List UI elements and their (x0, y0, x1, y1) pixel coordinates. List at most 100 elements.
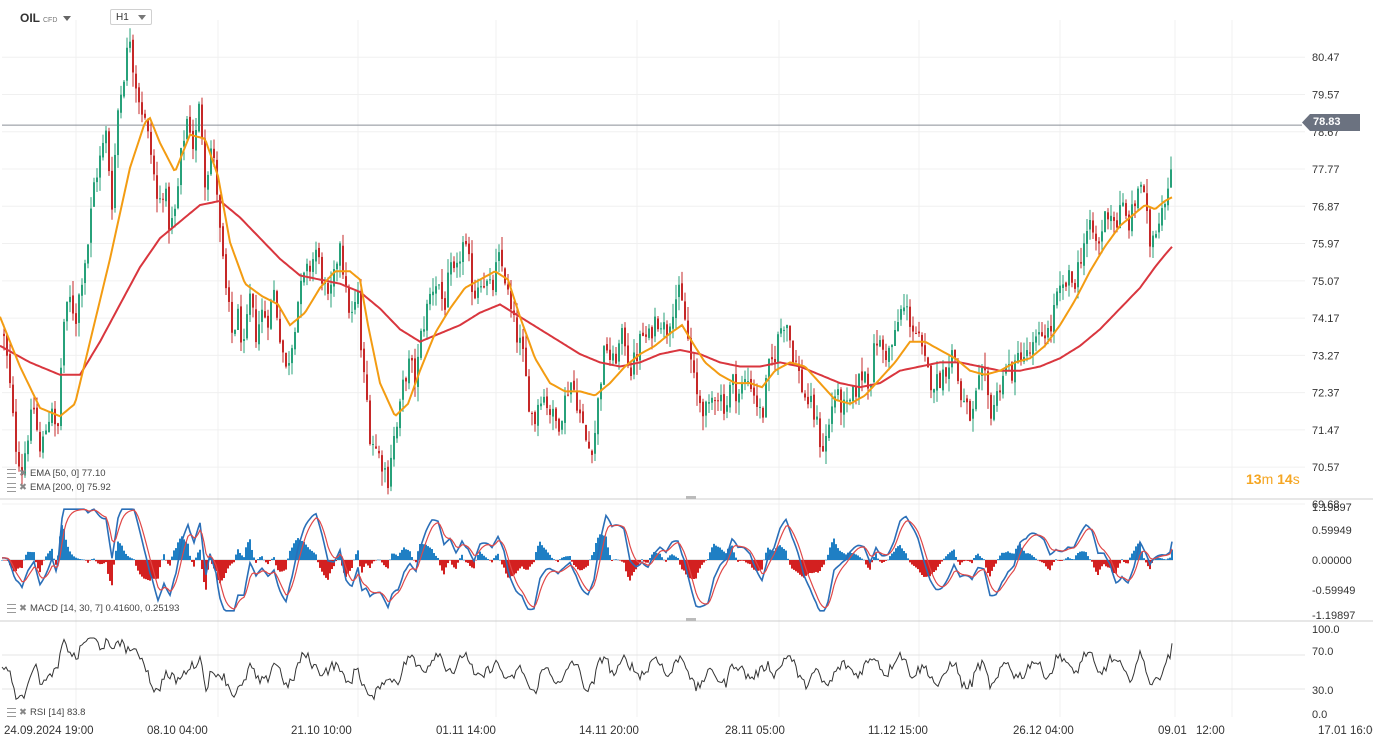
macd-histogram-bar (87, 560, 89, 563)
candle-down (57, 422, 59, 435)
macd-histogram-bar (909, 560, 911, 563)
candle-body (306, 263, 308, 272)
macd-histogram-bar (413, 560, 415, 561)
candle-body (72, 295, 74, 314)
macd-histogram-bar (3, 560, 5, 561)
macd-value: 0.41600, (105, 603, 143, 614)
macd-histogram-bar (455, 560, 457, 569)
candle-body (537, 404, 539, 426)
candle-up (60, 358, 62, 431)
candle-body (246, 314, 248, 339)
candle-up (294, 327, 296, 355)
macd-histogram-bar (167, 560, 169, 564)
candle-up (1137, 186, 1139, 210)
candle-body (198, 103, 200, 132)
macd-histogram-bar (1069, 558, 1071, 560)
close-icon[interactable]: ✖ (19, 603, 27, 614)
candle-body (9, 354, 11, 384)
candle-down (645, 326, 647, 343)
close-icon[interactable]: ✖ (19, 707, 27, 718)
candle-body (906, 306, 908, 308)
settings-icon[interactable] (7, 707, 16, 717)
candle-body (18, 451, 20, 467)
macd-histogram-bar (161, 559, 163, 561)
macd-histogram-bar (701, 560, 703, 565)
candle-down (375, 434, 377, 449)
macd-label: MACD [14, 30, 7] (29, 603, 103, 614)
candle-up (1119, 190, 1121, 229)
candle-body (399, 401, 401, 429)
candle-body (909, 306, 911, 327)
candle-body (492, 279, 494, 291)
candle-body (522, 336, 524, 349)
candle-down (591, 449, 593, 464)
candle-down (369, 394, 371, 446)
candle-down (582, 403, 584, 424)
candle-body (303, 272, 305, 283)
candle-body (711, 397, 713, 403)
candle-down (231, 291, 233, 344)
timeframe-dropdown[interactable]: H1 (110, 9, 152, 25)
candle-body (12, 384, 14, 414)
macd-histogram-bar (965, 560, 967, 561)
macd-histogram-bar (823, 560, 825, 565)
macd-histogram-bar (1033, 556, 1035, 560)
macd-histogram-bar (201, 560, 203, 570)
close-icon[interactable]: ✖ (19, 482, 27, 493)
macd-histogram-bar (629, 560, 631, 581)
settings-icon[interactable] (7, 468, 16, 478)
symbol-selector[interactable]: OIL CFD (20, 11, 72, 25)
macd-histogram-bar (287, 558, 289, 560)
candle-down (753, 379, 755, 404)
macd-histogram-bar (979, 556, 981, 560)
candle-body (849, 399, 851, 402)
macd-histogram-bar (237, 549, 239, 560)
candle-up (438, 284, 440, 290)
candle-up (30, 398, 32, 444)
candle-down (651, 325, 653, 350)
legend-ema50[interactable]: ✖ EMA [50, 0] 77.10 (7, 468, 106, 479)
legend-macd[interactable]: ✖ MACD [14, 30, 7] 0.41600, 0.25193 (7, 603, 179, 614)
macd-histogram-bar (529, 560, 531, 567)
candle-body (837, 389, 839, 395)
macd-histogram-bar (987, 560, 989, 574)
candle-up (51, 402, 53, 427)
candle-up (396, 422, 398, 443)
macd-histogram-bar (1143, 558, 1145, 560)
candle-body (1038, 332, 1040, 335)
macd-histogram-bar (165, 560, 167, 561)
candle-down (939, 370, 941, 389)
candle-body (936, 374, 938, 391)
rsi-axis: 100.0 70.0 30.0 0.0 (1312, 624, 1340, 721)
pane-resize-handle[interactable] (686, 496, 696, 499)
legend-ema200[interactable]: ✖ EMA [200, 0] 75.92 (7, 482, 111, 493)
candle-body (1086, 230, 1088, 244)
legend-rsi[interactable]: ✖ RSI [14] 83.8 (7, 707, 85, 718)
candle-body (1071, 271, 1073, 283)
settings-icon[interactable] (7, 482, 16, 492)
macd-histogram-bar (259, 557, 261, 560)
candle-up (384, 462, 386, 483)
pane-resize-handle[interactable] (686, 618, 696, 621)
candle-body (915, 333, 917, 335)
macd-histogram-bar (39, 560, 41, 573)
macd-histogram-bar (945, 556, 947, 560)
macd-histogram-bar (135, 560, 137, 566)
candle-up (810, 382, 812, 409)
chart-canvas[interactable]: 80.4779.5778.6777.7776.8775.9775.0774.17… (0, 0, 1373, 746)
candle-down (189, 105, 191, 137)
candle-body (249, 293, 251, 315)
close-icon[interactable]: ✖ (19, 468, 27, 479)
macd-histogram-bar (873, 557, 875, 560)
settings-icon[interactable] (7, 603, 16, 613)
candle-body (456, 262, 458, 268)
candle-down (969, 398, 971, 422)
macd-histogram-bar (981, 557, 983, 560)
candle-body (354, 301, 356, 310)
macd-histogram-bar (263, 559, 265, 561)
macd-histogram-bar (791, 560, 793, 569)
candle-body (1062, 284, 1064, 288)
macd-histogram-bar (481, 553, 483, 560)
candle-body (933, 389, 935, 393)
candle-body (708, 402, 710, 404)
